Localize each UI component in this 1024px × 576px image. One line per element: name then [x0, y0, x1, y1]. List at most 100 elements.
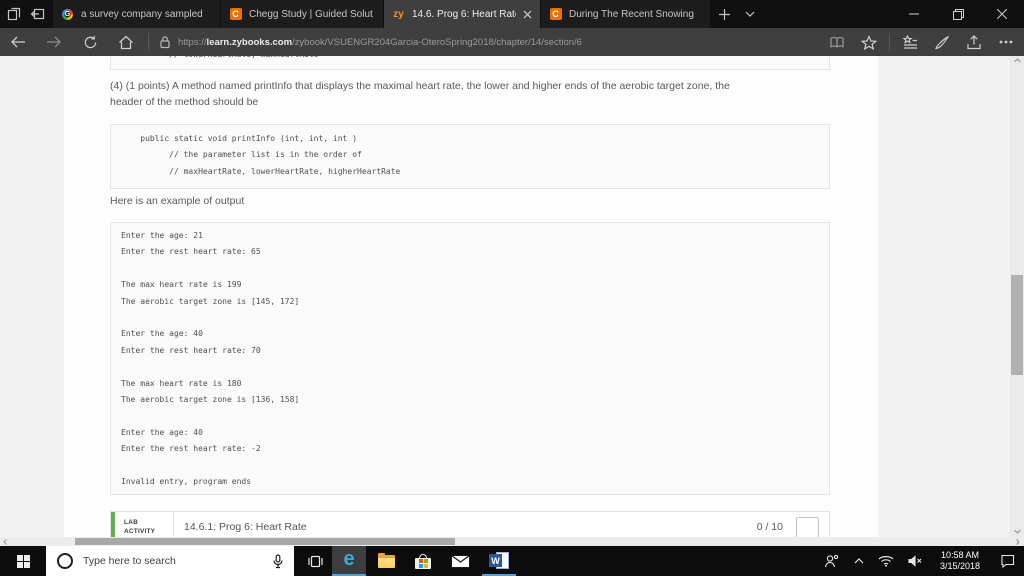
divider [148, 33, 149, 51]
windows-taskbar: e [0, 546, 1024, 576]
people-icon [824, 554, 838, 568]
address-bar: https://learn.zybooks.com/zybook/VSUENGR… [0, 28, 1024, 56]
vertical-scrollbar[interactable] [1010, 56, 1024, 537]
taskbar-search[interactable] [46, 546, 294, 576]
hidden-icons-chevron[interactable] [846, 546, 872, 576]
tab-zybooks-active[interactable]: zy 14.6. Prog 6: Heart Rate [384, 0, 540, 28]
chevron-up-icon [854, 558, 864, 564]
wifi-button[interactable] [872, 546, 900, 576]
horizontal-scrollbar-thumb[interactable] [75, 538, 455, 545]
file-explorer-button[interactable] [369, 546, 403, 576]
share-icon[interactable] [958, 28, 990, 56]
code-line: // lowerHeartRate, maxHeartRate [111, 56, 829, 63]
code-block-clipped: // lowerHeartRate, maxHeartRate [110, 56, 830, 70]
people-button[interactable] [816, 546, 846, 576]
reading-view-icon[interactable] [821, 28, 853, 56]
volume-muted-button[interactable] [900, 546, 930, 576]
lock-icon [159, 35, 171, 49]
example-output-label: Here is an example of output [110, 195, 245, 207]
horizontal-scrollbar[interactable] [0, 537, 1024, 546]
action-center-icon [1000, 554, 1014, 568]
vertical-scrollbar-thumb[interactable] [1011, 275, 1023, 375]
clock-time: 10:58 AM [940, 550, 979, 560]
edge-taskbar-button[interactable]: e [332, 546, 366, 576]
url-field[interactable]: https://learn.zybooks.com/zybook/VSUENGR… [153, 28, 821, 56]
example-output-block: Enter the age: 21 Enter the rest heart r… [110, 222, 830, 495]
scroll-down-icon[interactable] [1014, 529, 1021, 534]
new-tab-icon[interactable] [711, 0, 737, 28]
tab-survey[interactable]: G a survey company sampled [53, 0, 220, 28]
home-icon[interactable] [108, 28, 144, 56]
close-button[interactable] [980, 0, 1024, 28]
question-line: header of the method should be [110, 95, 259, 108]
browser-tab-bar: G a survey company sampled C Chegg Study… [0, 0, 1024, 28]
lab-activity-title: 14.6.1: Prog 6: Heart Rate [184, 521, 307, 533]
output-line: The max heart rate is 180 [121, 378, 242, 388]
word-taskbar-button[interactable]: W [482, 546, 516, 576]
tab-close-icon[interactable] [523, 10, 532, 19]
favorites-star-icon[interactable] [853, 28, 885, 56]
code-line: public static void printInfo (int, int, … [121, 134, 358, 143]
tabs-aside-list-icon[interactable] [7, 7, 21, 21]
scroll-left-icon[interactable] [3, 539, 7, 545]
envelope-icon [450, 554, 470, 568]
microphone-icon[interactable] [273, 553, 283, 569]
tab-title: Chegg Study | Guided Solut [249, 8, 373, 20]
word-icon: W [489, 552, 509, 569]
store-bag-icon [415, 553, 431, 569]
output-line: Enter the rest heart rate: 65 [121, 247, 261, 257]
start-button[interactable] [0, 546, 46, 576]
tab-title: During The Recent Snowing [569, 8, 694, 20]
output-line: Enter the rest heart rate: 70 [121, 345, 261, 355]
output-line: The max heart rate is 199 [121, 280, 242, 290]
minimize-button[interactable] [892, 0, 936, 28]
tab-title: 14.6. Prog 6: Heart Rate [412, 8, 516, 20]
scroll-right-icon[interactable] [1016, 539, 1020, 545]
web-note-pen-icon[interactable] [926, 28, 958, 56]
restore-button[interactable] [936, 0, 980, 28]
action-center-button[interactable] [990, 546, 1024, 576]
output-line: Enter the rest heart rate: -2 [121, 444, 261, 454]
forward-icon[interactable] [36, 28, 72, 56]
wifi-icon [878, 556, 894, 567]
taskbar-clock[interactable]: 10:58 AM 3/15/2018 [930, 546, 990, 576]
chegg-favicon-icon: C [229, 8, 242, 21]
output-line: Invalid entry, program ends [121, 476, 252, 486]
back-icon[interactable] [0, 28, 36, 56]
mail-button[interactable] [443, 546, 477, 576]
output-line: Enter the age: 40 [121, 427, 203, 437]
more-settings-icon[interactable] [990, 28, 1022, 56]
hub-favorites-icon[interactable] [894, 28, 926, 56]
search-input[interactable] [81, 554, 273, 568]
set-tabs-aside-icon[interactable] [30, 7, 45, 21]
microsoft-store-button[interactable] [406, 546, 440, 576]
tab-chegg-study[interactable]: C Chegg Study | Guided Solut [221, 0, 383, 28]
speaker-mute-icon [907, 555, 921, 567]
tab-title: a survey company sampled [81, 8, 203, 20]
tab-list-chevron-icon[interactable] [737, 0, 763, 28]
scroll-up-icon[interactable] [1014, 58, 1021, 63]
edge-icon: e [343, 548, 355, 570]
cortana-icon [57, 553, 73, 569]
question-line: (4) (1 points) A method named printInfo … [110, 80, 730, 92]
lab-activity-score: 0 / 10 [756, 521, 783, 533]
refresh-icon[interactable] [72, 28, 108, 56]
tab-snowing[interactable]: C During The Recent Snowing [541, 0, 710, 28]
question-text: (4) (1 points) A method named printInfo … [110, 79, 834, 110]
clock-date: 3/15/2018 [939, 561, 981, 571]
url-text: https://learn.zybooks.com/zybook/VSUENGR… [178, 36, 582, 48]
output-line: Enter the age: 21 [121, 231, 203, 240]
chegg-favicon-icon: C [549, 8, 562, 21]
code-line: // maxHeartRate, lowerHeartRate, higherH… [121, 166, 401, 176]
lab-activity-badge: LAB ACTIVITY [124, 519, 156, 535]
screen: G a survey company sampled C Chegg Study… [0, 0, 1024, 576]
task-view-button[interactable] [298, 546, 332, 576]
code-block-method-header: public static void printInfo (int, int, … [110, 124, 830, 189]
output-line: Enter the age: 40 [121, 329, 203, 339]
zybooks-favicon-icon: zy [393, 8, 404, 20]
